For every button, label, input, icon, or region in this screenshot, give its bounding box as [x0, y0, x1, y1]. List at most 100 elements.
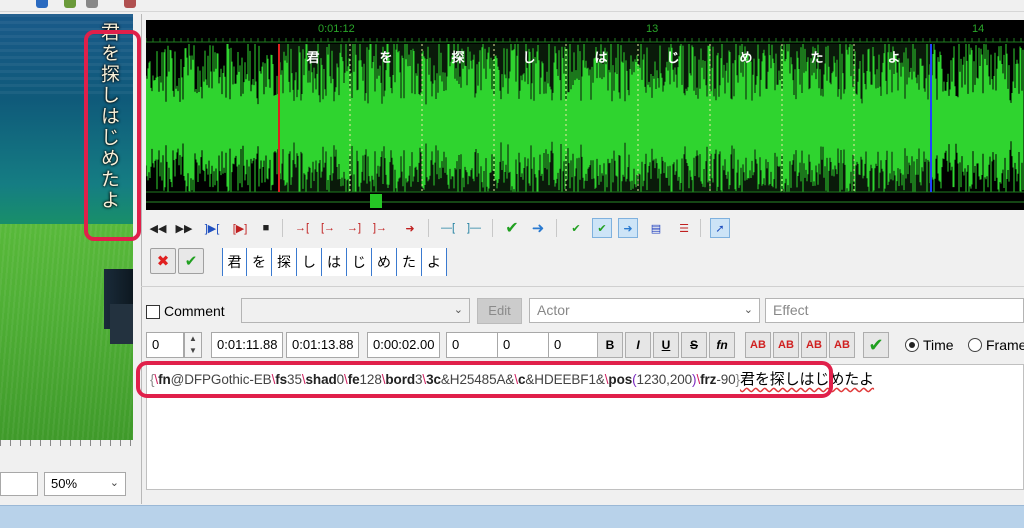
zoom-select[interactable]: 50% ⌄ — [44, 472, 126, 496]
video-position-field[interactable] — [0, 472, 38, 496]
auto-commit-icon[interactable]: ✔ — [566, 218, 586, 238]
time-radio[interactable] — [905, 338, 919, 352]
end-time-field[interactable]: 0:01:13.88 — [286, 332, 359, 358]
video-object — [110, 304, 133, 344]
auto-next-icon[interactable]: ✔ — [592, 218, 612, 238]
time-label: Time — [923, 337, 954, 353]
play-to-end-icon[interactable]: ➜ — [400, 218, 420, 238]
italic-button[interactable]: I — [625, 332, 651, 358]
toolbar-icon[interactable] — [86, 0, 98, 8]
margin-right-field[interactable]: 0 — [497, 332, 549, 358]
minimap-position — [370, 194, 382, 208]
chevron-down-icon: ⌄ — [453, 304, 463, 316]
separator — [556, 219, 557, 237]
bold-button[interactable]: B — [597, 332, 623, 358]
lead-out-icon[interactable]: ]— — [464, 218, 484, 238]
prev-line-icon[interactable]: ◀◀ — [148, 218, 168, 238]
syllable-label: 探 — [451, 50, 464, 66]
duration-field[interactable]: 0:00:02.00 — [367, 332, 440, 358]
comment-label: Comment — [164, 303, 225, 319]
start-time-field[interactable]: 0:01:11.88 — [211, 332, 283, 358]
top-toolbar — [0, 0, 1024, 12]
toolbar-icon[interactable] — [124, 0, 136, 8]
time-marker: 0:01:12 — [318, 23, 355, 35]
style-select[interactable]: ⌄ — [241, 298, 470, 323]
status-bar — [0, 505, 1024, 528]
commit-icon[interactable]: ✔ — [502, 218, 522, 238]
drag-mode-icon[interactable]: ➚ — [710, 218, 730, 238]
waveform-canvas[interactable]: 君を探しはじめたよ — [146, 20, 1024, 210]
margin-vertical-field[interactable]: 0 — [548, 332, 601, 358]
outline-color-button[interactable]: AB — [801, 332, 827, 358]
edit-style-button[interactable]: Edit — [477, 298, 522, 324]
chevron-down-icon: ⌄ — [109, 477, 119, 489]
karaoke-syllable[interactable]: よ — [422, 248, 447, 276]
karaoke-syllable[interactable]: は — [322, 248, 347, 276]
play-line-icon[interactable]: [▶] — [230, 218, 250, 238]
play-after-icon[interactable]: ]→ — [370, 218, 390, 238]
next-line-icon[interactable]: ▶▶ — [174, 218, 194, 238]
goto-next-icon[interactable]: ➜ — [528, 218, 548, 238]
layer-spinner[interactable]: ▲ ▼ — [184, 332, 202, 358]
video-seek-ruler[interactable] — [0, 440, 133, 446]
cancel-icon[interactable]: ✖ — [150, 248, 176, 274]
syllable-label: し — [522, 51, 535, 66]
spin-up-icon[interactable]: ▲ — [185, 333, 201, 345]
play-selection-icon[interactable]: ]▶[ — [202, 218, 222, 238]
syllable-label: を — [379, 51, 392, 66]
video-controls: 50% ⌄ — [0, 440, 141, 500]
karaoke-mode-icon[interactable]: ☰ — [674, 218, 694, 238]
chevron-down-icon: ⌄ — [743, 304, 753, 316]
margin-left-field[interactable]: 0 — [446, 332, 500, 358]
separator — [700, 219, 701, 237]
separator — [492, 219, 493, 237]
auto-scroll-icon[interactable]: ➜ — [618, 218, 638, 238]
toolbar-icon[interactable] — [64, 0, 76, 8]
lead-in-icon[interactable]: —[ — [438, 218, 458, 238]
underline-button[interactable]: U — [653, 332, 679, 358]
highlight-box-code — [136, 361, 833, 398]
stop-icon[interactable]: ■ — [256, 218, 276, 238]
syllable-label: じ — [666, 51, 679, 66]
accept-icon[interactable]: ✔ — [178, 248, 204, 274]
effect-select[interactable]: Effect — [765, 298, 1024, 323]
audio-waveform[interactable]: 君を探しはじめたよ — [146, 20, 1024, 210]
actor-placeholder: Actor — [537, 302, 570, 318]
toolbar-icon[interactable] — [36, 0, 48, 8]
waveform-path — [146, 44, 1024, 192]
play-start-icon[interactable]: [→ — [318, 218, 338, 238]
karaoke-syllables[interactable]: 君を探しはじめたよ — [222, 248, 447, 276]
syllable-label: は — [594, 51, 607, 66]
karaoke-syllable[interactable]: た — [397, 248, 422, 276]
primary-color-button[interactable]: AB — [745, 332, 771, 358]
spin-down-icon[interactable]: ▼ — [185, 345, 201, 357]
shadow-color-button[interactable]: AB — [829, 332, 855, 358]
commit-icon[interactable]: ✔ — [863, 332, 889, 358]
syllable-label: め — [739, 51, 752, 66]
layer-field[interactable]: 0 — [146, 332, 184, 358]
actor-select[interactable]: Actor ⌄ — [529, 298, 760, 323]
separator — [282, 219, 283, 237]
highlight-box-subtitle — [84, 30, 141, 241]
karaoke-syllable[interactable]: じ — [347, 248, 372, 276]
karaoke-syllable[interactable]: し — [297, 248, 322, 276]
comment-checkbox[interactable] — [146, 305, 160, 319]
karaoke-syllable[interactable]: 君 — [222, 248, 247, 276]
strikeout-button[interactable]: S — [681, 332, 707, 358]
play-end-icon[interactable]: →] — [344, 218, 364, 238]
frame-radio[interactable] — [968, 338, 982, 352]
syllable-label: よ — [887, 51, 900, 66]
audio-toolbar: ◀◀ ▶▶ ]▶[ [▶] ■ →[ [→ →] ]→ ➜ —[ ]— ✔ ➜ … — [146, 216, 1024, 242]
karaoke-row: ✖ ✔ 君を探しはじめたよ — [146, 246, 1024, 278]
frame-label: Frame — [986, 337, 1024, 353]
karaoke-syllable[interactable]: め — [372, 248, 397, 276]
secondary-color-button[interactable]: AB — [773, 332, 799, 358]
play-before-icon[interactable]: →[ — [292, 218, 312, 238]
karaoke-syllable[interactable]: 探 — [272, 248, 297, 276]
font-button[interactable]: fn — [709, 332, 735, 358]
syllable-label: 君 — [306, 51, 319, 66]
time-marker: 13 — [646, 23, 659, 35]
spectrum-icon[interactable]: ▤ — [646, 218, 666, 238]
effect-placeholder: Effect — [773, 302, 809, 318]
karaoke-syllable[interactable]: を — [247, 248, 272, 276]
